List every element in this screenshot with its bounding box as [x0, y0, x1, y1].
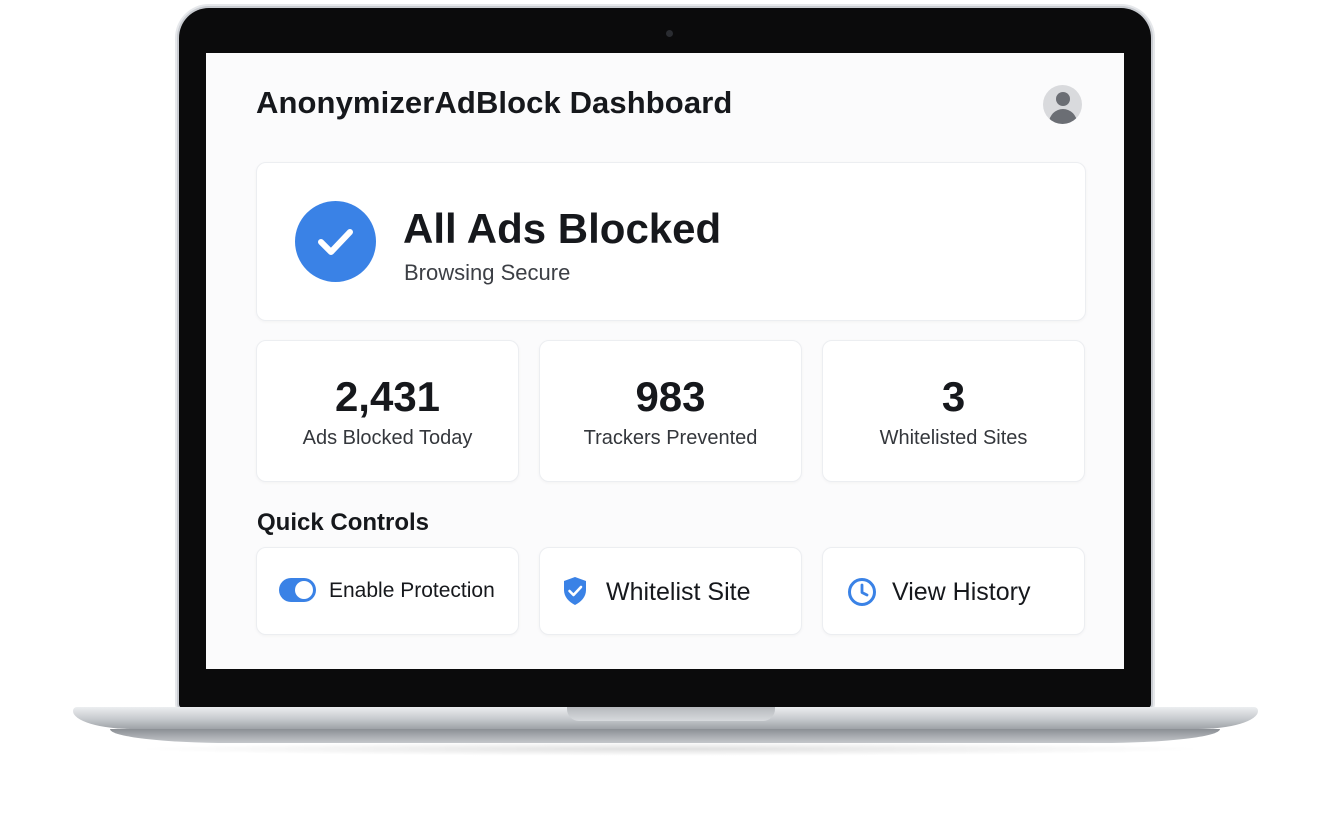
whitelist-site-button[interactable]: Whitelist Site — [539, 547, 802, 635]
stat-value: 2,431 — [334, 373, 441, 420]
page-title: AnonymizerAdBlock Dashboard — [256, 85, 733, 120]
dashboard-screen: AnonymizerAdBlock Dashboard All Ads Bloc… — [206, 53, 1124, 669]
checkmark-circle-icon — [295, 201, 376, 282]
stat-card-whitelisted: 3 Whitelisted Sites — [822, 340, 1085, 482]
toggle-knob — [295, 581, 313, 599]
status-subtitle: Browsing Secure — [404, 260, 571, 285]
webcam — [666, 30, 673, 37]
quick-controls-title: Quick Controls — [257, 509, 430, 536]
stat-card-ads-blocked: 2,431 Ads Blocked Today — [256, 340, 519, 482]
stat-label: Whitelisted Sites — [879, 427, 1028, 449]
whitelist-site-label: Whitelist Site — [606, 578, 751, 606]
enable-protection-label: Enable Protection — [329, 579, 495, 602]
avatar-head — [1056, 92, 1070, 106]
clock-icon — [848, 578, 876, 606]
user-avatar[interactable] — [1043, 85, 1082, 124]
laptop-shadow — [130, 742, 1210, 756]
laptop-base-edge — [110, 729, 1220, 743]
status-card: All Ads Blocked Browsing Secure — [256, 162, 1086, 321]
shield-check-icon — [564, 577, 586, 605]
stat-value: 3 — [941, 373, 966, 420]
protection-toggle[interactable] — [279, 578, 316, 602]
stat-label: Trackers Prevented — [583, 427, 758, 449]
enable-protection-control[interactable]: Enable Protection — [256, 547, 519, 635]
stat-value: 983 — [635, 373, 706, 420]
avatar-body — [1049, 109, 1077, 124]
view-history-label: View History — [892, 578, 1031, 606]
stat-label: Ads Blocked Today — [302, 427, 473, 449]
view-history-button[interactable]: View History — [822, 547, 1085, 635]
laptop-notch — [567, 707, 775, 721]
status-title: All Ads Blocked — [403, 205, 722, 252]
stat-card-trackers: 983 Trackers Prevented — [539, 340, 802, 482]
